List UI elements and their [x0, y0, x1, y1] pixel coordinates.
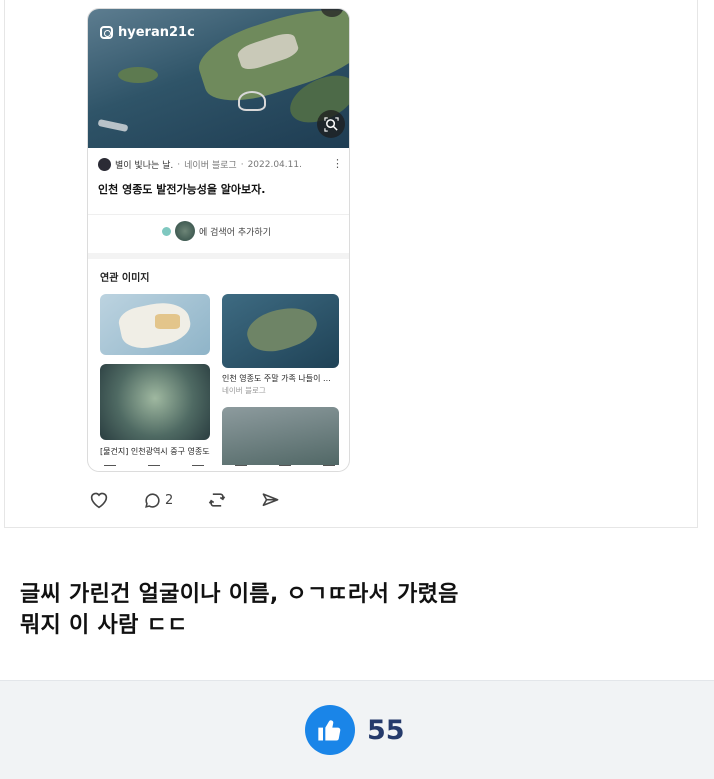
hero-image[interactable]: hyeran21c: [88, 9, 349, 148]
heart-icon: [90, 492, 108, 509]
share-action[interactable]: [261, 491, 280, 510]
instagram-watermark: hyeran21c: [100, 25, 195, 40]
source-name: 네이버 블로그: [184, 161, 237, 171]
send-icon: [262, 492, 279, 506]
related-image-aerial[interactable]: [100, 364, 210, 440]
related-image-island[interactable]: [222, 294, 339, 368]
post-card: hyeran21c 별이 빛나는 날. · 네이버 블로그 · 2022.04.…: [4, 0, 698, 528]
tag-dot-icon: [162, 226, 171, 236]
author-name[interactable]: 별이 빛나는 날.: [115, 158, 173, 171]
image-search-icon[interactable]: [317, 110, 345, 138]
post-body: 글씨 가린건 얼굴이나 이름, ㅇㄱㄸ라서 가렸음 뭐지 이 사람 ㄷㄷ: [20, 579, 459, 641]
recommend-bar: 55: [0, 680, 714, 779]
article-title[interactable]: 인천 영종도 발전가능성을 알아보자.: [98, 181, 265, 197]
related-image-map[interactable]: [100, 294, 210, 355]
divider: [88, 214, 349, 215]
thumbs-up-icon: [318, 720, 341, 741]
author-avatar: [98, 158, 111, 171]
thumbs-up-button[interactable]: [305, 705, 355, 755]
instagram-handle: hyeran21c: [118, 25, 195, 40]
suggest-text: 에 검색어 추가하기: [199, 227, 271, 238]
instagram-icon: [100, 26, 113, 39]
recommend-group: 55: [305, 705, 405, 755]
comment-icon: [145, 492, 160, 508]
post-body-line: 글씨 가린건 얼굴이나 이름, ㅇㄱㄸ라서 가렸음: [20, 582, 459, 607]
post-body-line: 뭐지 이 사람 ㄷㄷ: [20, 613, 188, 638]
related-caption[interactable]: 인천 영종도 주말 가족 나들이 ...: [222, 373, 331, 384]
related-image-coast[interactable]: [222, 407, 339, 471]
more-icon[interactable]: ⋮: [332, 157, 343, 170]
article-date: 2022.04.11.: [247, 159, 302, 170]
article-meta: 별이 빛나는 날. · 네이버 블로그 · 2022.04.11. ⋮: [98, 157, 343, 171]
related-source: 네이버 블로그: [222, 386, 266, 395]
related-images-title: 연관 이미지: [100, 273, 150, 284]
add-search-term[interactable]: 에 검색어 추가하기: [162, 221, 271, 241]
repost-icon: [209, 493, 226, 507]
section-divider: [88, 253, 349, 259]
comment-count: 2: [165, 492, 174, 508]
embedded-screenshot: hyeran21c 별이 빛나는 날. · 네이버 블로그 · 2022.04.…: [87, 8, 350, 472]
related-caption[interactable]: [물건지] 인천광역시 중구 영종도: [100, 446, 210, 457]
comment-action[interactable]: 2: [143, 491, 173, 510]
post-actions: 2: [89, 490, 314, 510]
repost-action[interactable]: [207, 490, 227, 510]
phone-toolbar: [88, 465, 349, 471]
like-count: 55: [367, 714, 405, 746]
like-action[interactable]: [89, 491, 109, 509]
suggest-thumbnail: [175, 221, 195, 241]
